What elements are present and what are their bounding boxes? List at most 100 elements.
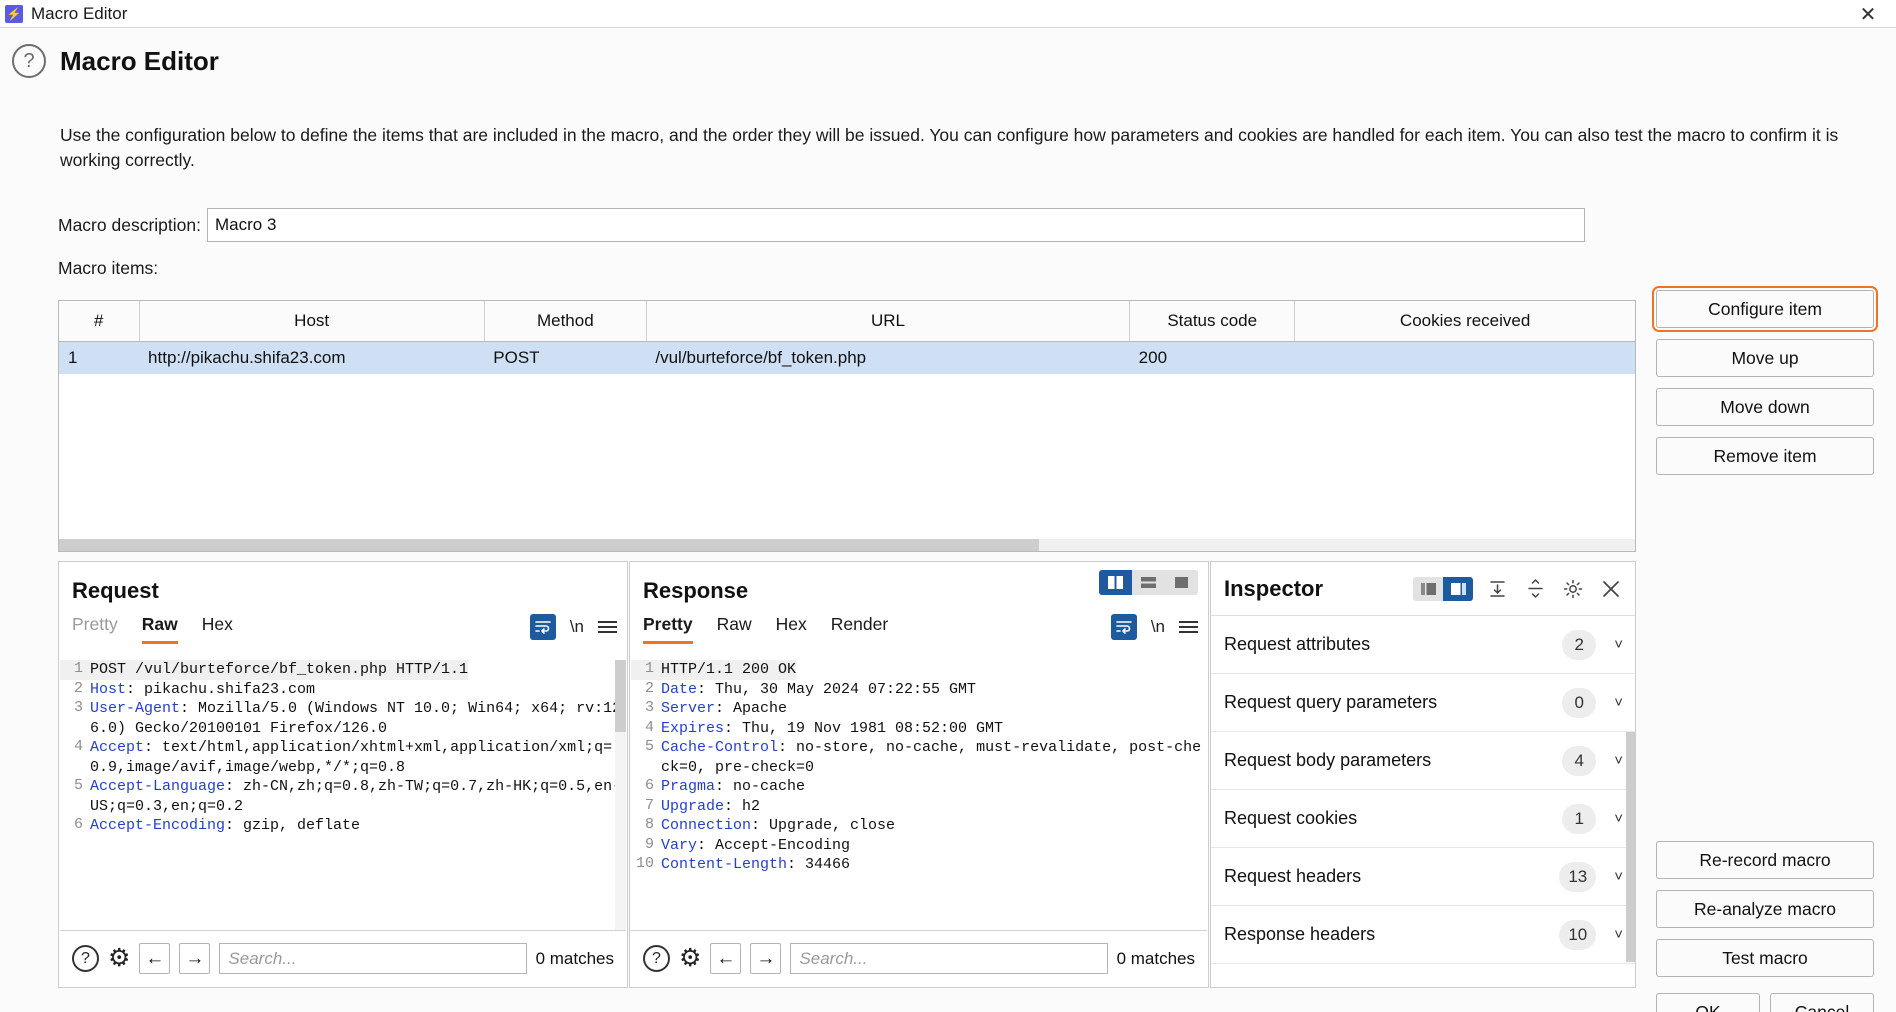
tab-request-hex[interactable]: Hex xyxy=(202,614,233,644)
tab-request-raw[interactable]: Raw xyxy=(141,614,178,644)
chevron-down-icon[interactable]: ˅ xyxy=(1614,694,1623,711)
column-header-num[interactable]: # xyxy=(59,301,140,342)
search-prev-button[interactable]: ← xyxy=(710,943,742,974)
tab-request-pretty[interactable]: Pretty xyxy=(72,614,118,644)
request-scrollbar[interactable] xyxy=(615,660,626,930)
section-count: 10 xyxy=(1559,919,1597,950)
chevron-down-icon[interactable]: ˅ xyxy=(1614,926,1623,943)
search-next-button[interactable]: → xyxy=(750,943,782,974)
line-text: HTTP/1.1 200 OK xyxy=(661,660,797,680)
search-input[interactable] xyxy=(219,943,527,974)
section-count: 1 xyxy=(1562,803,1597,834)
column-header-host[interactable]: Host xyxy=(139,301,485,342)
layout-right-icon[interactable] xyxy=(1443,576,1473,601)
request-code-view[interactable]: 1 POST /vul/burteforce/bf_token.php HTTP… xyxy=(60,660,626,930)
window-title: Macro Editor xyxy=(31,3,128,23)
gear-icon[interactable]: ⚙ xyxy=(679,946,701,971)
expand-all-icon[interactable] xyxy=(1483,579,1511,598)
header-key: Vary xyxy=(661,836,698,854)
word-wrap-icon[interactable] xyxy=(1110,614,1137,640)
request-panel: Request Pretty Raw Hex \n 1 POST /vul/bu… xyxy=(58,561,628,988)
request-tabs: Pretty Raw Hex \n xyxy=(59,604,627,644)
move-up-button[interactable]: Move up xyxy=(1656,339,1874,377)
tab-response-raw[interactable]: Raw xyxy=(717,614,752,644)
scrollbar-thumb[interactable] xyxy=(59,539,1039,551)
column-header-url[interactable]: URL xyxy=(646,301,1131,342)
inspector-section-response-headers[interactable]: Response headers 10 ˅ xyxy=(1211,906,1635,964)
inspector-section-request-body-parameters[interactable]: Request body parameters 4 ˅ xyxy=(1211,732,1635,790)
code-line: 6 Accept-Encoding: gzip, deflate xyxy=(60,816,626,836)
chevron-down-icon[interactable]: ˅ xyxy=(1614,868,1623,885)
inspector-section-request-cookies[interactable]: Request cookies 1 ˅ xyxy=(1211,790,1635,848)
layout-view-toggle xyxy=(1099,570,1198,595)
header-value: : text/html,application/xhtml+xml,applic… xyxy=(90,739,613,776)
tab-response-render[interactable]: Render xyxy=(831,614,888,644)
close-icon[interactable]: ✕ xyxy=(1850,0,1886,28)
search-prev-button[interactable]: ← xyxy=(139,943,171,974)
table-row[interactable]: 1 http://pikachu.shifa23.com POST /vul/b… xyxy=(59,341,1635,374)
code-line: 3 User-Agent: Mozilla/5.0 (Windows NT 10… xyxy=(60,699,626,738)
inspector-section-request-headers[interactable]: Request headers 13 ˅ xyxy=(1211,848,1635,906)
code-line: 2 Date: Thu, 30 May 2024 07:22:55 GMT xyxy=(631,680,1207,700)
word-wrap-icon[interactable] xyxy=(529,614,556,640)
column-header-cookies[interactable]: Cookies received xyxy=(1294,301,1635,342)
move-down-button[interactable]: Move down xyxy=(1656,388,1874,426)
response-tab-tools: \n xyxy=(1110,614,1198,640)
newline-icon[interactable]: \n xyxy=(570,617,584,637)
layout-left-icon[interactable] xyxy=(1413,576,1443,601)
cell-status: 200 xyxy=(1129,341,1295,374)
chevron-down-icon[interactable]: ˅ xyxy=(1614,810,1623,827)
gear-icon[interactable]: ⚙ xyxy=(108,946,130,971)
inspector-section-request-attributes[interactable]: Request attributes 2 ˅ xyxy=(1211,616,1635,674)
header-key: Date xyxy=(661,680,698,698)
inspector-layout-toggle xyxy=(1413,576,1473,601)
cell-url: /vul/burteforce/bf_token.php xyxy=(646,341,1130,374)
collapse-all-icon[interactable] xyxy=(1521,579,1549,598)
search-next-button[interactable]: → xyxy=(179,943,211,974)
split-horizontal-icon[interactable] xyxy=(1132,570,1165,595)
line-text: POST /vul/burteforce/bf_token.php HTTP/1… xyxy=(90,660,469,680)
header-value: : Thu, 19 Nov 1981 08:52:00 GMT xyxy=(724,719,1004,737)
inspector-scrollbar[interactable] xyxy=(1626,732,1635,962)
line-number: 8 xyxy=(644,816,654,833)
burp-lightning-icon: ⚡ xyxy=(5,4,23,23)
help-circle-icon[interactable]: ? xyxy=(643,945,670,972)
macro-description-input[interactable] xyxy=(206,208,1585,242)
search-matches-count: 0 matches xyxy=(1116,948,1195,968)
line-text: Expires: Thu, 19 Nov 1981 08:52:00 GMT xyxy=(661,719,1003,739)
hamburger-menu-icon[interactable] xyxy=(598,621,617,633)
table-header-row: # Host Method URL Status code Cookies re… xyxy=(59,301,1635,342)
chevron-down-icon[interactable]: ˅ xyxy=(1614,752,1623,769)
split-vertical-icon[interactable] xyxy=(1099,570,1132,595)
request-search-bar: ? ⚙ ← → 0 matches xyxy=(60,930,626,986)
response-code-view[interactable]: 1 HTTP/1.1 200 OK 2 Date: Thu, 30 May 20… xyxy=(631,660,1207,930)
tab-response-hex[interactable]: Hex xyxy=(776,614,807,644)
gear-icon[interactable] xyxy=(1559,579,1587,599)
chevron-down-icon[interactable]: ˅ xyxy=(1614,636,1623,653)
search-input[interactable] xyxy=(790,943,1108,974)
line-number: 2 xyxy=(644,679,654,697)
column-header-status[interactable]: Status code xyxy=(1129,301,1296,342)
table-horizontal-scrollbar[interactable] xyxy=(59,539,1635,551)
hamburger-menu-icon[interactable] xyxy=(1179,621,1198,633)
remove-item-button[interactable]: Remove item xyxy=(1656,437,1874,475)
line-text: Connection: Upgrade, close xyxy=(661,816,895,836)
column-header-method[interactable]: Method xyxy=(484,301,647,342)
line-text: Accept-Encoding: gzip, deflate xyxy=(90,816,360,836)
single-pane-icon[interactable] xyxy=(1165,570,1198,595)
question-mark-icon[interactable]: ? xyxy=(12,44,46,78)
section-count: 0 xyxy=(1562,687,1597,718)
header-key: Expires xyxy=(661,719,725,737)
configure-item-button[interactable]: Configure item xyxy=(1652,286,1878,332)
code-line: 4 Expires: Thu, 19 Nov 1981 08:52:00 GMT xyxy=(631,719,1207,739)
inspector-section-request-query-parameters[interactable]: Request query parameters 0 ˅ xyxy=(1211,674,1635,732)
newline-icon[interactable]: \n xyxy=(1151,617,1165,637)
close-icon[interactable] xyxy=(1597,579,1625,599)
scrollbar-thumb[interactable] xyxy=(615,660,626,732)
line-number: 5 xyxy=(73,777,83,794)
code-line: 1 HTTP/1.1 200 OK xyxy=(631,660,1207,680)
line-number: 1 xyxy=(60,660,90,680)
help-circle-icon[interactable]: ? xyxy=(72,945,99,972)
tab-response-pretty[interactable]: Pretty xyxy=(643,614,693,644)
header-value: : gzip, deflate xyxy=(225,817,361,834)
